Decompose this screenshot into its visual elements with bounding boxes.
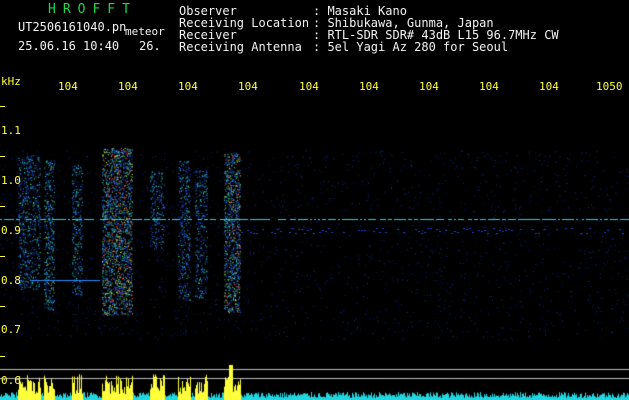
y-minor-tick <box>0 356 5 357</box>
x-tick-10: 1050 <box>596 80 623 93</box>
y-minor-tick <box>0 206 5 207</box>
row-value: 26. <box>139 39 161 53</box>
y-tick-2: 1.0 <box>1 174 21 187</box>
x-tick-3: 104 <box>178 80 198 93</box>
app-title: HROFFT <box>48 2 137 17</box>
x-tick-5: 104 <box>299 80 319 93</box>
x-tick-9: 104 <box>539 80 559 93</box>
y-minor-tick <box>0 256 5 257</box>
y-tick-1: 1.1 <box>1 124 21 137</box>
hrofft-window: HROFFT UT2506161040.pn meteor 25.06.16 1… <box>0 0 629 400</box>
antenna-value: : 5el Yagi Az 280 for Seoul <box>313 40 509 54</box>
x-tick-4: 104 <box>238 80 258 93</box>
y-tick-5: 0.7 <box>1 323 21 336</box>
y-axis-unit: kHz <box>1 75 21 88</box>
y-minor-tick <box>0 306 5 307</box>
y-tick-3: 0.9 <box>1 224 21 237</box>
spectrogram-plot <box>0 100 629 400</box>
x-tick-1: 104 <box>58 80 78 93</box>
x-tick-2: 104 <box>118 80 138 93</box>
datetime-label: 25.06.16 10:40 <box>18 39 120 53</box>
y-tick-4: 0.8 <box>1 274 21 287</box>
filename-label: UT2506161040.pn <box>18 20 127 34</box>
meteor-label: meteor <box>125 25 165 38</box>
x-tick-8: 104 <box>479 80 499 93</box>
antenna-label: Receiving Antenna <box>179 40 302 54</box>
y-minor-tick <box>0 106 5 107</box>
y-minor-tick <box>0 156 5 157</box>
x-tick-7: 104 <box>419 80 439 93</box>
x-tick-6: 104 <box>359 80 379 93</box>
y-tick-6: 0.6 <box>1 374 21 387</box>
